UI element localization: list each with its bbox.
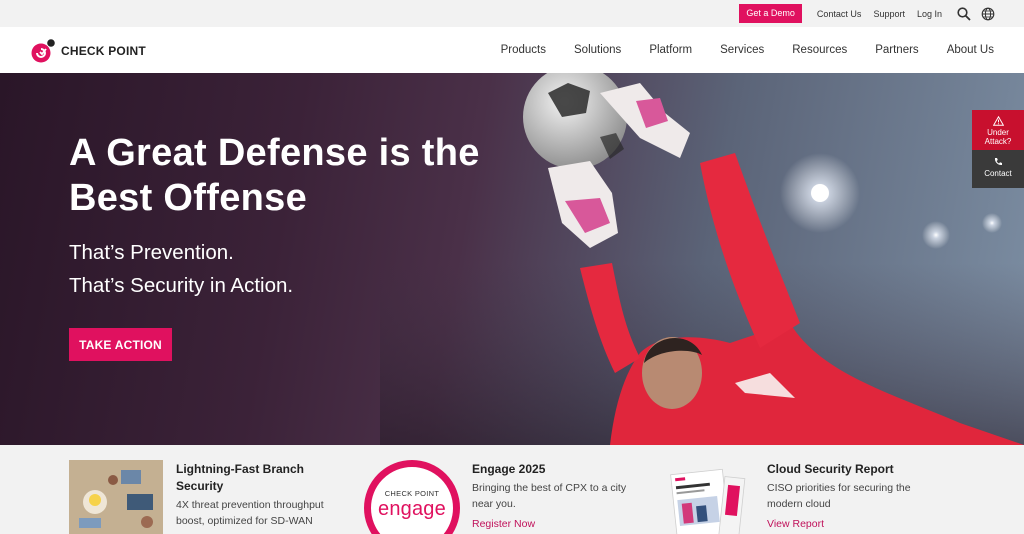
card2-desc-line-1: Bringing the best of CPX to a city: [472, 482, 627, 494]
hero-title-line-2: Best Offense: [69, 177, 308, 219]
nav-solutions[interactable]: Solutions: [574, 44, 621, 56]
hero-subtitle: That’s Prevention. That’s Security in Ac…: [69, 236, 293, 302]
promo-strip: Lightning-Fast Branch Security 4X threat…: [0, 445, 1024, 534]
take-action-button[interactable]: TAKE ACTION: [69, 328, 172, 361]
view-report-link[interactable]: View Report: [767, 518, 824, 530]
cloud-report-image[interactable]: [668, 465, 748, 534]
hero-banner: A Great Defense is the Best Offense That…: [0, 73, 1024, 445]
utility-bar: Get a Demo Contact Us Support Log In: [0, 0, 1024, 27]
under-attack-label-2: Attack?: [984, 137, 1012, 146]
under-attack-button[interactable]: Under Attack?: [972, 110, 1024, 150]
branch-security-image[interactable]: [69, 460, 163, 534]
engage-badge-top: CHECK POINT: [384, 489, 440, 498]
card2-title[interactable]: Engage 2025: [472, 461, 545, 478]
logo-text: CHECK POINT: [61, 44, 146, 58]
hero-title: A Great Defense is the Best Offense: [69, 131, 529, 221]
nav-menu: Products Solutions Platform Services Res…: [473, 27, 994, 73]
card3-desc-line-1: CISO priorities for securing the: [767, 482, 911, 494]
contact-us-link[interactable]: Contact Us: [817, 9, 862, 19]
card3-description: CISO priorities for securing the modern …: [767, 480, 937, 512]
card1-desc-line-2: boost, optimized for SD-WAN: [176, 515, 313, 527]
card3-desc-line-2: modern cloud: [767, 498, 831, 510]
nav-resources[interactable]: Resources: [792, 44, 847, 56]
nav-products[interactable]: Products: [501, 44, 546, 56]
globe-icon[interactable]: [980, 6, 996, 22]
engage-badge[interactable]: CHECK POINT engage: [364, 460, 460, 534]
search-icon[interactable]: [956, 6, 972, 22]
hero-subtitle-line-1: That’s Prevention.: [69, 241, 234, 264]
card1-title[interactable]: Lightning-Fast Branch Security: [176, 461, 336, 495]
hero-title-line-1: A Great Defense is the: [69, 132, 480, 174]
card2-desc-line-2: near you.: [472, 498, 516, 510]
card1-title-line-1: Lightning-Fast Branch: [176, 462, 304, 476]
hero-subtitle-line-2: That’s Security in Action.: [69, 274, 294, 297]
logo-mark-icon: [31, 39, 55, 63]
register-now-link[interactable]: Register Now: [472, 518, 535, 530]
warning-icon: [992, 116, 1004, 126]
card1-description: 4X threat prevention throughput boost, o…: [176, 497, 346, 529]
under-attack-label-1: Under: [987, 128, 1009, 137]
card3-title[interactable]: Cloud Security Report: [767, 461, 894, 478]
nav-platform[interactable]: Platform: [649, 44, 692, 56]
card1-title-line-2: Security: [176, 479, 224, 493]
main-nav: CHECK POINT Products Solutions Platform …: [0, 27, 1024, 73]
contact-side-button[interactable]: Contact: [972, 150, 1024, 188]
nav-about-us[interactable]: About Us: [947, 44, 994, 56]
phone-icon: [994, 158, 1002, 166]
card1-desc-line-1: 4X threat prevention throughput: [176, 499, 324, 511]
support-link[interactable]: Support: [873, 9, 905, 19]
login-link[interactable]: Log In: [917, 9, 942, 19]
get-a-demo-button[interactable]: Get a Demo: [739, 4, 802, 23]
nav-services[interactable]: Services: [720, 44, 764, 56]
check-point-logo[interactable]: CHECK POINT: [30, 39, 146, 63]
engage-badge-word: engage: [378, 498, 446, 520]
contact-side-label: Contact: [984, 169, 1012, 178]
card2-description: Bringing the best of CPX to a city near …: [472, 480, 642, 512]
nav-partners[interactable]: Partners: [875, 44, 918, 56]
